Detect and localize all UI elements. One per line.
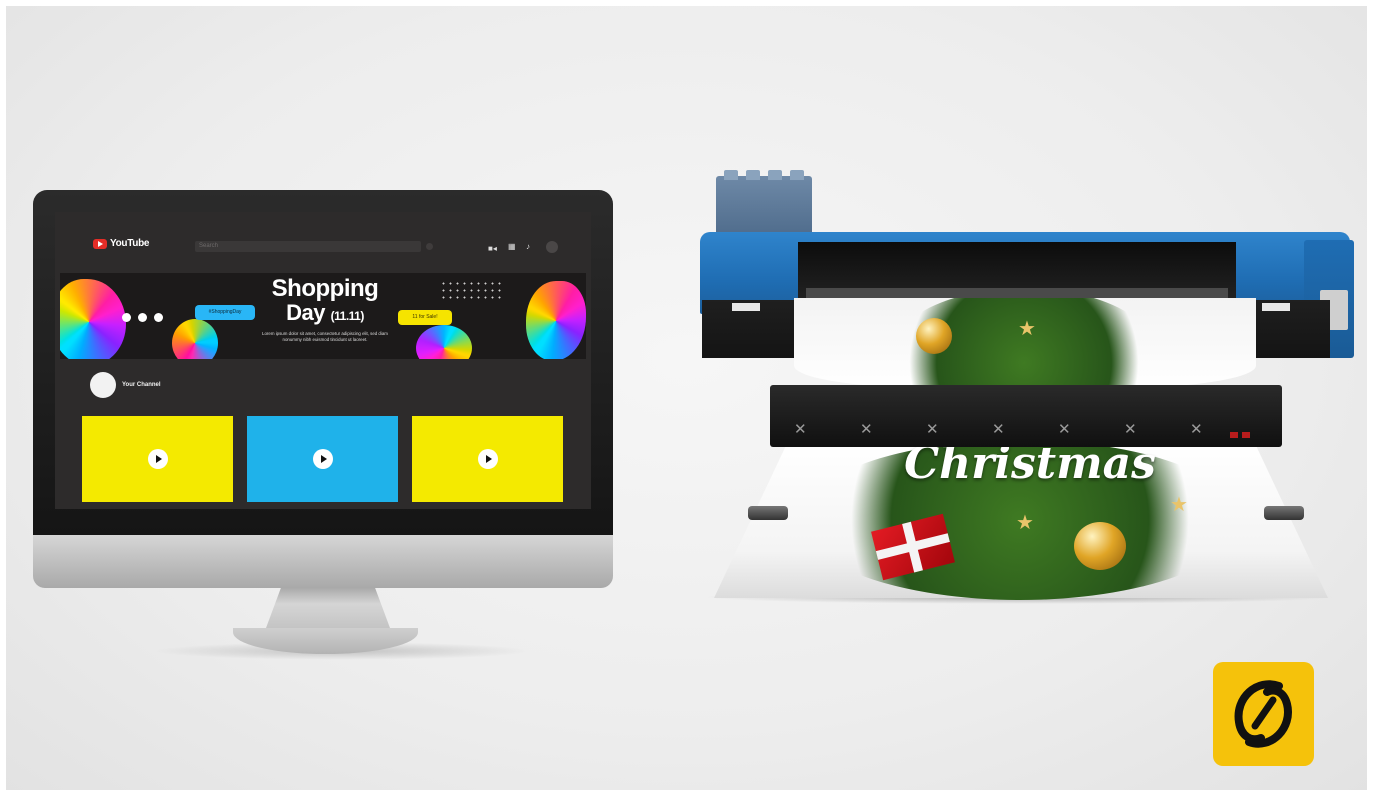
- banner-dot: [154, 313, 163, 322]
- star-decoration: ★: [1018, 318, 1036, 340]
- channel-info[interactable]: Your Channel: [90, 372, 161, 398]
- channel-name[interactable]: Your Channel: [122, 382, 161, 388]
- monitor-neck: [266, 588, 390, 628]
- channel-avatar[interactable]: [90, 372, 116, 398]
- play-icon[interactable]: [478, 449, 498, 469]
- fan-icon: ✕: [860, 421, 873, 438]
- banner-title-line1: Shopping: [271, 275, 379, 302]
- banner-dot-grid: [440, 280, 502, 302]
- apps-grid-icon[interactable]: ▦: [508, 242, 516, 251]
- printer-button: [1230, 432, 1238, 438]
- youtube-logo-icon: [93, 238, 107, 249]
- gold-ornament: [1074, 522, 1126, 570]
- banner-title-day: Day: [286, 300, 326, 325]
- search-button[interactable]: [426, 243, 433, 250]
- youtube-header: YouTube Search ■◂ ▦ ♪: [55, 212, 591, 267]
- monitor-chin: [33, 535, 613, 588]
- fan-icon: ✕: [992, 421, 1005, 438]
- ink-cartridge: [746, 170, 760, 180]
- printed-media-upper: ★: [794, 298, 1256, 388]
- search-input[interactable]: Search: [195, 241, 421, 252]
- banner-bubble-blue: #ShoppingDay: [195, 305, 255, 320]
- printer-slot: [1262, 303, 1290, 311]
- fan-icon: ✕: [1190, 421, 1203, 438]
- video-thumbnail[interactable]: [82, 416, 233, 502]
- video-thumbnail[interactable]: [247, 416, 398, 502]
- banner-title: Shopping Day (11.11): [260, 277, 390, 328]
- ink-cartridge: [768, 170, 782, 180]
- star-decoration: ★: [1016, 512, 1034, 534]
- printer-rail: [806, 288, 1228, 298]
- gold-ornament: [916, 318, 952, 354]
- banner-dot: [138, 313, 147, 322]
- ink-tank: [716, 170, 812, 236]
- brand-logo: [1213, 662, 1314, 766]
- desktop-monitor: YouTube Search ■◂ ▦ ♪ #ShoppingDay Shopp…: [33, 190, 613, 660]
- large-format-printer: ★ Christmas ★ ★ ✕ ✕ ✕ ✕ ✕ ✕ ✕: [690, 170, 1360, 610]
- gradient-blob: [416, 325, 472, 359]
- gradient-blob: [526, 281, 586, 359]
- fan-icon: ✕: [926, 421, 939, 438]
- banner-dot: [122, 313, 131, 322]
- star-decoration: ★: [1170, 494, 1188, 516]
- account-avatar[interactable]: [546, 241, 558, 253]
- printer-slot: [732, 303, 760, 311]
- channel-banner: #ShoppingDay Shopping Day (11.11) Lorem …: [60, 273, 586, 359]
- fan-icon: ✕: [1124, 421, 1137, 438]
- video-camera-icon[interactable]: ■◂: [488, 244, 497, 253]
- fan-icon: ✕: [794, 421, 807, 438]
- printer-button: [1242, 432, 1250, 438]
- media-roller-left: [748, 506, 788, 520]
- banner-title-date: (11.11): [330, 309, 365, 323]
- banner-title-line2: Day (11.11): [260, 301, 390, 328]
- monitor-screen: YouTube Search ■◂ ▦ ♪ #ShoppingDay Shopp…: [55, 212, 591, 509]
- ink-cartridge: [790, 170, 804, 180]
- gradient-blob: [172, 319, 218, 359]
- youtube-wordmark: YouTube: [110, 238, 150, 249]
- banner-subtitle: Lorem ipsum dolor sit amet, consectetur …: [262, 331, 388, 342]
- fan-icon: ✕: [1058, 421, 1071, 438]
- monitor-bezel: YouTube Search ■◂ ▦ ♪ #ShoppingDay Shopp…: [33, 190, 613, 535]
- media-roller-right: [1264, 506, 1304, 520]
- bell-icon[interactable]: ♪: [526, 242, 530, 251]
- brand-logo-icon: [1234, 680, 1292, 748]
- ink-cartridge: [724, 170, 738, 180]
- gradient-blob: [60, 279, 126, 359]
- video-thumbnail[interactable]: [412, 416, 563, 502]
- printer-print-head-beam: [770, 385, 1282, 447]
- play-icon[interactable]: [148, 449, 168, 469]
- play-icon[interactable]: [313, 449, 333, 469]
- banner-bubble-yellow: 11 for Sale!: [398, 310, 452, 325]
- youtube-logo[interactable]: YouTube: [93, 238, 150, 249]
